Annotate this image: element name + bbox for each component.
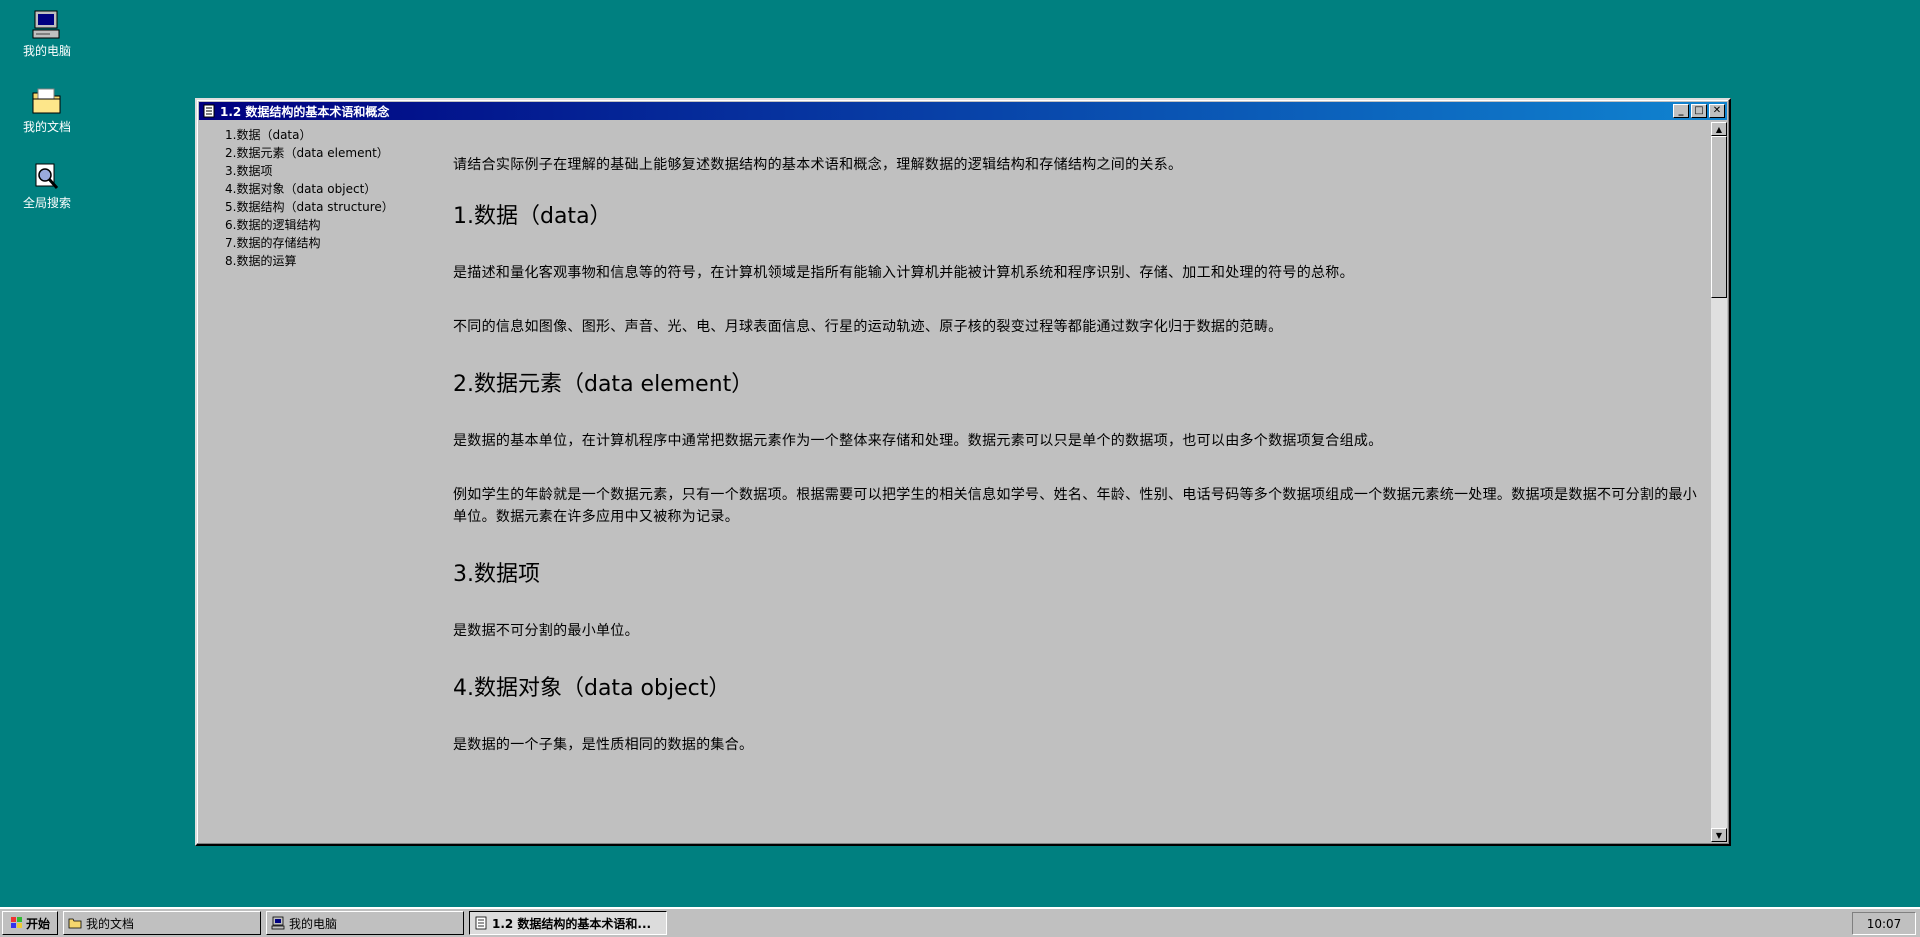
toc-link-data-element[interactable]: 2.数据元素（data element）: [225, 144, 394, 162]
toc-link-data-object[interactable]: 4.数据对象（data object）: [225, 180, 394, 198]
section-paragraph: 例如学生的年龄就是一个数据元素，只有一个数据项。根据需要可以把学生的相关信息如学…: [453, 487, 1698, 525]
maximize-button[interactable]: □: [1691, 104, 1707, 118]
desktop-icon-my-computer[interactable]: 我的电脑: [14, 8, 80, 59]
window-title: 1.2 数据结构的基本术语和概念: [220, 104, 390, 119]
task-my-documents[interactable]: 我的文档: [63, 911, 261, 935]
section-heading: 1.数据（data）: [453, 204, 612, 229]
arrow-up-icon: ▲: [1715, 124, 1723, 134]
desktop-icon-label: 我的文档: [22, 120, 71, 134]
toc-link-logical-structure[interactable]: 6.数据的逻辑结构: [225, 216, 394, 234]
task-my-computer[interactable]: 我的电脑: [266, 911, 464, 935]
desktop-icon-label: 全局搜索: [22, 196, 71, 210]
toc-link-data-structure[interactable]: 5.数据结构（data structure）: [225, 198, 394, 216]
scroll-down-button[interactable]: ▼: [1711, 828, 1727, 842]
windows-logo-icon: [10, 917, 22, 928]
table-of-contents: 1.数据（data） 2.数据元素（data element） 3.数据项 4.…: [225, 126, 394, 270]
document-icon: [475, 916, 487, 930]
task-document-window[interactable]: 1.2 数据结构的基本术语和...: [469, 911, 667, 935]
start-button[interactable]: 开始: [2, 911, 58, 935]
desktop-icon-my-documents[interactable]: 我的文档: [14, 84, 80, 135]
section-paragraph: 不同的信息如图像、图形、声音、光、电、月球表面信息、行星的运动轨迹、原子核的裂变…: [453, 319, 1283, 335]
arrow-down-icon: ▼: [1715, 830, 1723, 840]
document-icon: [203, 104, 215, 118]
minimize-button[interactable]: _: [1673, 104, 1689, 118]
task-label: 我的文档: [86, 916, 135, 931]
scroll-up-button[interactable]: ▲: [1711, 122, 1727, 136]
search-icon: [35, 163, 59, 189]
window-titlebar[interactable]: 1.2 数据结构的基本术语和概念 _ □ ✕: [199, 102, 1727, 120]
minimize-icon: _: [1678, 105, 1684, 116]
task-label: 我的电脑: [289, 916, 338, 931]
section-heading: 2.数据元素（data element）: [453, 372, 754, 397]
start-label: 开始: [25, 916, 50, 931]
desktop-icon-global-search[interactable]: 全局搜索: [14, 160, 80, 211]
toc-link-data[interactable]: 1.数据（data）: [225, 126, 394, 144]
clock[interactable]: 10:07: [1867, 917, 1902, 931]
vertical-scrollbar[interactable]: ▲ ▼: [1711, 122, 1727, 842]
close-icon: ✕: [1712, 105, 1722, 116]
article-body: 请结合实际例子在理解的基础上能够复述数据结构的基本术语和概念，理解数据的逻辑结构…: [453, 154, 1703, 786]
section-heading: 3.数据项: [453, 562, 540, 587]
section-paragraph: 是数据的一个子集，是性质相同的数据的集合。: [453, 737, 754, 753]
toc-link-data-item[interactable]: 3.数据项: [225, 162, 394, 180]
toc-link-operations[interactable]: 8.数据的运算: [225, 252, 394, 270]
document-window: 1.2 数据结构的基本术语和概念 _ □ ✕ 1.数据（data） 2.数据元素…: [195, 98, 1731, 846]
taskbar: 开始 我的文档 我的电脑 1.2 数据结构的基本术语和... 10:07: [0, 907, 1920, 937]
close-button[interactable]: ✕: [1709, 104, 1725, 118]
computer-icon: [32, 10, 60, 39]
folder-icon: [32, 88, 61, 114]
maximize-icon: □: [1694, 105, 1704, 116]
scrollbar-thumb[interactable]: [1711, 136, 1727, 298]
desktop-icon-label: 我的电脑: [22, 44, 71, 58]
intro-paragraph: 请结合实际例子在理解的基础上能够复述数据结构的基本术语和概念，理解数据的逻辑结构…: [453, 157, 1183, 173]
task-label: 1.2 数据结构的基本术语和...: [492, 916, 652, 931]
section-paragraph: 是描述和量化客观事物和信息等的符号，在计算机领域是指所有能输入计算机并能被计算机…: [453, 265, 1354, 281]
computer-icon: [271, 916, 285, 930]
folder-icon: [68, 918, 82, 929]
section-paragraph: 是数据的基本单位，在计算机程序中通常把数据元素作为一个整体来存储和处理。数据元素…: [453, 433, 1383, 449]
system-tray: 10:07: [1852, 912, 1916, 935]
window-content: 1.数据（data） 2.数据元素（data element） 3.数据项 4.…: [199, 122, 1727, 842]
section-paragraph: 是数据不可分割的最小单位。: [453, 623, 639, 639]
toc-link-storage-structure[interactable]: 7.数据的存储结构: [225, 234, 394, 252]
section-heading: 4.数据对象（data object）: [453, 676, 731, 701]
